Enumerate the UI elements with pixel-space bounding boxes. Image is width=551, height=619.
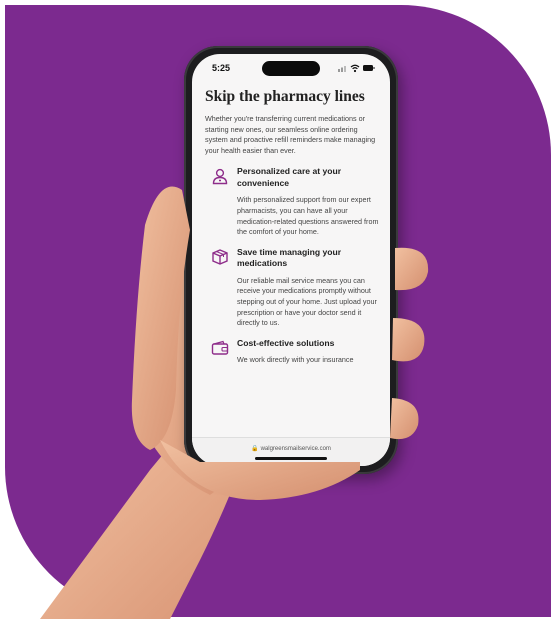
feature-description: Our reliable mail service means you can … <box>237 275 377 328</box>
signal-icon <box>338 66 346 72</box>
feature-description: With personalized support from our exper… <box>237 195 379 237</box>
status-icons <box>338 64 375 73</box>
phone: 5:25 Skip the pharmacy lines Whether you… <box>184 46 398 474</box>
feature-title: Save time managing your medications <box>237 246 342 269</box>
phone-screen: 5:25 Skip the pharmacy lines Whether you… <box>192 54 390 466</box>
feature-personalized-care: Personalized care at your convenience Wi… <box>205 166 381 237</box>
feature-description: We work directly with your insurance <box>237 355 354 365</box>
battery-icon <box>363 65 375 71</box>
status-time: 5:25 <box>212 63 231 73</box>
page-heading: Skip the pharmacy lines <box>205 88 365 105</box>
home-indicator[interactable] <box>255 457 327 460</box>
intro-paragraph: Whether you're transferring current medi… <box>205 114 376 155</box>
dynamic-island <box>262 61 320 76</box>
url-display[interactable]: 🔒 walgreensmailservice.com <box>192 445 390 452</box>
wallet-icon <box>211 340 229 355</box>
lock-icon: 🔒 <box>251 446 259 452</box>
page-content: Skip the pharmacy lines Whether you're t… <box>205 88 381 375</box>
url-text: walgreensmailservice.com <box>260 446 331 452</box>
package-box-icon <box>212 248 228 265</box>
feature-title: Personalized care at your convenience <box>237 166 342 188</box>
feature-save-time: Save time managing your medications Our … <box>205 247 381 329</box>
person-care-icon <box>212 169 228 185</box>
browser-url-bar[interactable]: 🔒 walgreensmailservice.com <box>192 437 390 466</box>
feature-title: Cost-effective solutions <box>237 337 335 348</box>
feature-cost-effective: Cost-effective solutions We work directl… <box>205 338 381 366</box>
status-bar: 5:25 <box>192 54 390 82</box>
wifi-icon <box>350 64 360 73</box>
